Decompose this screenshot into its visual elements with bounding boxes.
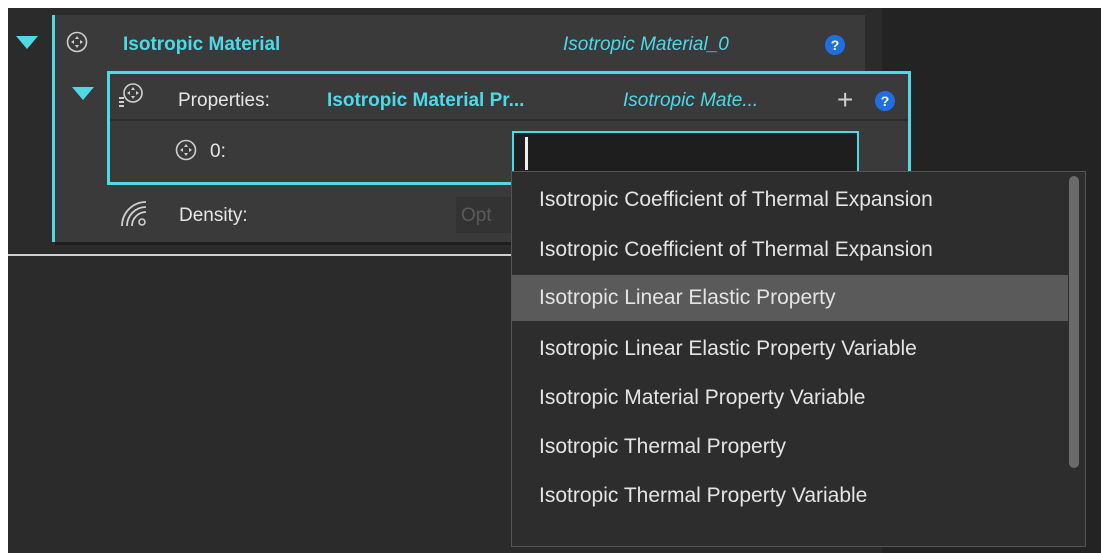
move-handle-icon[interactable] (66, 31, 88, 53)
properties-separator (110, 119, 908, 121)
dropdown-item[interactable]: Isotropic Coefficient of Thermal Expansi… (512, 177, 1068, 223)
dropdown-item-highlighted[interactable]: Isotropic Linear Elastic Property (512, 275, 1068, 321)
density-field[interactable]: Opt (456, 197, 516, 233)
material-title: Isotropic Material (123, 34, 281, 55)
type-dropdown[interactable]: Isotropic Coefficient of Thermal Expansi… (511, 171, 1086, 547)
material-help-icon[interactable]: ? (825, 35, 845, 55)
dropdown-item[interactable]: Isotropic Thermal Property Variable (512, 473, 1068, 519)
material-instance-name[interactable]: Isotropic Material_0 (563, 34, 729, 56)
collapse-material-icon[interactable] (16, 36, 38, 49)
properties-help-icon[interactable]: ? (875, 91, 895, 111)
text-cursor (525, 137, 528, 170)
add-property-button[interactable]: + (837, 84, 853, 116)
density-placeholder: Opt (461, 205, 492, 226)
item-0-search-input[interactable] (512, 131, 859, 175)
properties-type-value[interactable]: Isotropic Material Pr... (327, 90, 524, 112)
dropdown-item[interactable]: Isotropic Thermal Property (512, 424, 1068, 470)
top-border (0, 0, 1101, 8)
item-0-label: 0: (210, 141, 226, 162)
dropdown-scrollbar[interactable] (1069, 176, 1079, 468)
left-border (0, 0, 8, 553)
dropdown-item[interactable]: Isotropic Linear Elastic Property Variab… (512, 326, 1068, 372)
properties-instance-value[interactable]: Isotropic Mate... (623, 90, 758, 112)
item-move-icon[interactable] (175, 139, 197, 161)
dropdown-item[interactable]: Isotropic Coefficient of Thermal Expansi… (512, 227, 1068, 273)
properties-label: Properties: (178, 90, 270, 111)
dropdown-item[interactable]: Isotropic Material Property Variable (512, 375, 1068, 421)
density-icon (118, 198, 148, 233)
list-move-icon[interactable] (118, 82, 144, 108)
collapse-properties-icon[interactable] (72, 87, 94, 100)
density-label: Density: (179, 205, 248, 226)
